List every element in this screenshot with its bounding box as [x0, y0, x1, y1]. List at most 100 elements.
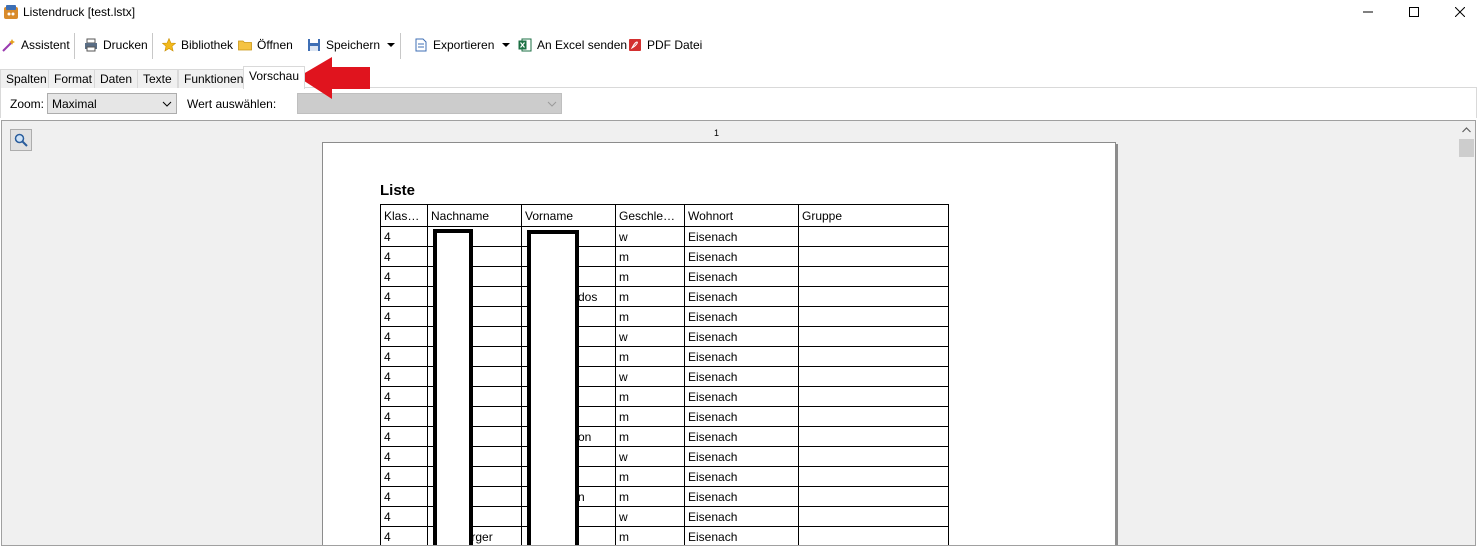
table-cell: m: [615, 486, 685, 507]
wert-label: Wert auswählen:: [187, 97, 277, 111]
table-cell: [798, 226, 949, 247]
pdf-icon: [629, 39, 641, 51]
table-cell: [798, 366, 949, 387]
table-cell: Eisenach: [684, 386, 799, 407]
table-cell: m: [615, 526, 685, 545]
exportieren-dropdown-icon[interactable]: [501, 40, 511, 50]
oeffnen-button[interactable]: Öffnen: [238, 36, 293, 54]
table-cell: 4: [380, 346, 428, 367]
tab-spalten[interactable]: Spalten: [0, 69, 53, 88]
magnifier-icon: [14, 133, 28, 147]
table-cell: 4: [380, 366, 428, 387]
table-cell: m: [615, 426, 685, 447]
chevron-down-icon: [547, 101, 557, 107]
title-bar: Listendruck [test.lstx]: [0, 0, 1477, 26]
table-cell: [798, 506, 949, 527]
table-cell: [798, 346, 949, 367]
table-cell: m: [615, 466, 685, 487]
table-cell: m: [615, 386, 685, 407]
tab-strip: Spalten Format Daten Texte Funktionen Vo…: [0, 66, 1477, 89]
table-cell: [798, 306, 949, 327]
exportieren-button[interactable]: Exportieren: [414, 36, 494, 54]
table-cell: [798, 386, 949, 407]
table-header-row: Klas… Nachname Vorname Geschle… Wohnort …: [380, 204, 949, 227]
table-cell: 4: [380, 486, 428, 507]
zoom-button[interactable]: [10, 129, 32, 151]
maximize-button[interactable]: [1391, 0, 1437, 24]
table-cell: Eisenach: [684, 326, 799, 347]
redaction-box: [433, 229, 473, 545]
table-cell: Eisenach: [684, 486, 799, 507]
assistent-label: Assistent: [21, 38, 70, 52]
table-cell: [798, 326, 949, 347]
table-cell: m: [615, 346, 685, 367]
table-cell: w: [615, 226, 685, 247]
redaction-box: [527, 230, 579, 545]
bibliothek-button[interactable]: Bibliothek: [162, 36, 233, 54]
column-header: Wohnort: [684, 204, 799, 227]
table-cell: Eisenach: [684, 286, 799, 307]
wand-icon: [2, 39, 15, 52]
column-header: Klas…: [380, 204, 428, 227]
tab-funktionen[interactable]: Funktionen: [178, 69, 250, 88]
table-cell: 4: [380, 226, 428, 247]
pdf-button[interactable]: PDF Datei: [628, 36, 702, 54]
close-icon: [1455, 7, 1465, 17]
assistent-button[interactable]: Assistent: [2, 36, 70, 54]
table-cell: [798, 526, 949, 545]
vertical-scrollbar[interactable]: [1457, 121, 1475, 545]
close-button[interactable]: [1437, 0, 1477, 24]
table-cell: w: [615, 446, 685, 467]
excel-button[interactable]: An Excel senden: [518, 36, 627, 54]
table-cell: Eisenach: [684, 306, 799, 327]
table-cell: m: [615, 246, 685, 267]
speichern-label: Speichern: [326, 38, 381, 52]
table-cell: 4: [380, 386, 428, 407]
drucken-label: Drucken: [103, 38, 148, 52]
toolbar-divider: [152, 33, 153, 59]
table-cell: Eisenach: [684, 346, 799, 367]
tab-format[interactable]: Format: [48, 69, 99, 88]
table-cell: [798, 406, 949, 427]
scroll-up-button[interactable]: [1457, 121, 1475, 138]
minimize-button[interactable]: [1345, 0, 1391, 24]
exportieren-label: Exportieren: [433, 38, 495, 52]
table-cell: Eisenach: [684, 366, 799, 387]
maximize-icon: [1409, 7, 1419, 17]
tab-daten[interactable]: Daten: [94, 69, 139, 88]
table-cell: [798, 286, 949, 307]
table-cell: [798, 426, 949, 447]
table-cell: Eisenach: [684, 526, 799, 545]
page-number: 1: [714, 128, 720, 138]
scroll-thumb[interactable]: [1459, 139, 1474, 157]
preview-page: Liste Klas… Nachname Vorname Geschle… Wo…: [322, 142, 1116, 545]
speichern-button[interactable]: Speichern: [307, 36, 380, 54]
bibliothek-label: Bibliothek: [181, 38, 234, 52]
speichern-dropdown-icon[interactable]: [386, 40, 396, 50]
table-cell: 4: [380, 426, 428, 447]
minimize-icon: [1363, 11, 1373, 13]
table-cell: [798, 446, 949, 467]
tab-vorschau[interactable]: Vorschau: [243, 66, 306, 89]
star-icon: [162, 38, 176, 52]
table-cell: w: [615, 506, 685, 527]
table-cell: 4: [380, 506, 428, 527]
tab-texte[interactable]: Texte: [137, 69, 178, 88]
red-arrow-annotation: [298, 57, 370, 99]
print-preview[interactable]: 1 Liste Klas… Nachname Vorname Geschle… …: [1, 120, 1476, 546]
table-cell: Eisenach: [684, 246, 799, 267]
zoom-select[interactable]: Maximal: [47, 93, 177, 114]
excel-icon: [518, 38, 532, 52]
column-header: Gruppe: [798, 204, 949, 227]
table-cell: [798, 246, 949, 267]
table-cell: 4: [380, 526, 428, 545]
table-cell: Eisenach: [684, 226, 799, 247]
table-cell: 4: [380, 326, 428, 347]
drucken-button[interactable]: Drucken: [84, 36, 148, 54]
printer-icon: [85, 38, 97, 52]
pdf-label: PDF Datei: [647, 38, 703, 52]
column-header: Vorname: [521, 204, 616, 227]
column-header: Nachname: [427, 204, 522, 227]
table-cell: Eisenach: [684, 446, 799, 467]
app-icon: [4, 5, 18, 19]
